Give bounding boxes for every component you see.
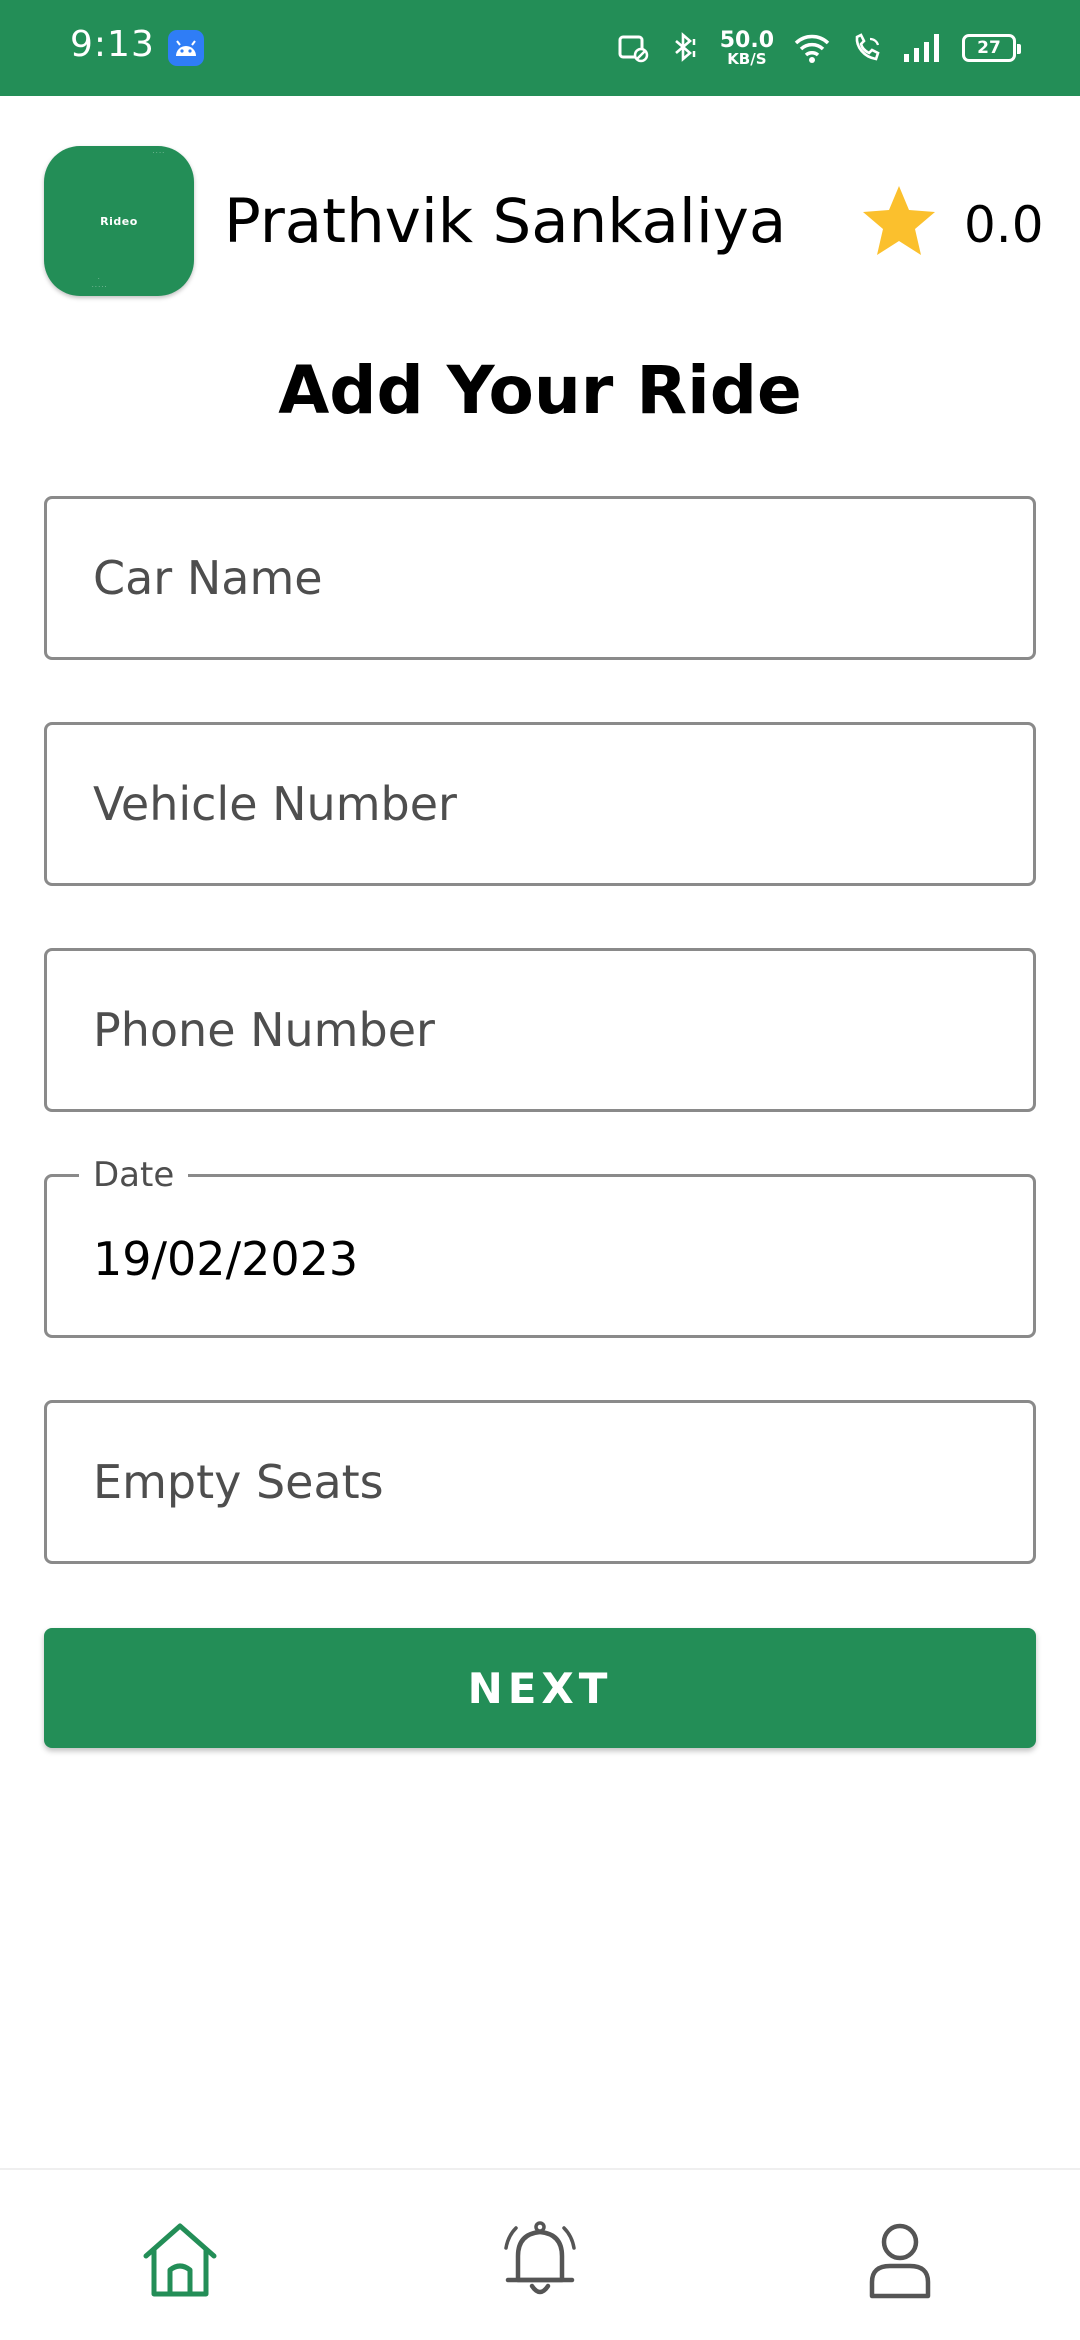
network-speed: 50.0 KB/S bbox=[719, 27, 774, 68]
user-name: Prathvik Sankaliya bbox=[224, 186, 787, 257]
user-icon[interactable] bbox=[858, 2218, 942, 2302]
phone-number-field[interactable] bbox=[44, 948, 1036, 1112]
vehicle-number-input[interactable] bbox=[93, 725, 993, 883]
home-icon[interactable] bbox=[138, 2218, 222, 2302]
star-icon bbox=[863, 186, 935, 255]
status-icons: 50.0 KB/S 27 bbox=[616, 22, 1021, 74]
app-logo-text: Rideo bbox=[100, 214, 138, 228]
status-bar: 9:13 50.0 KB/S 27 bbox=[0, 0, 1080, 96]
phone-number-input[interactable] bbox=[93, 951, 993, 1109]
add-ride-screen: 9:13 50.0 KB/S 27 · · · · Rideo · · · · … bbox=[0, 0, 1080, 2340]
wifi-icon bbox=[792, 31, 832, 65]
next-button[interactable]: NEXT bbox=[44, 1628, 1036, 1748]
car-name-field[interactable] bbox=[44, 496, 1036, 660]
rating-value: 0.0 bbox=[964, 196, 1044, 254]
date-field-label: Date bbox=[79, 1155, 189, 1195]
date-field[interactable]: Date bbox=[44, 1155, 1036, 1338]
network-speed-value: 50.0 bbox=[719, 27, 774, 53]
status-time: 9:13 bbox=[70, 24, 155, 65]
page-title: Add Your Ride bbox=[278, 352, 802, 429]
wifi-call-icon bbox=[850, 31, 884, 65]
bluetooth-icon bbox=[668, 31, 702, 65]
date-input[interactable] bbox=[93, 1219, 993, 1299]
signal-icon bbox=[902, 32, 944, 64]
empty-seats-field[interactable] bbox=[44, 1400, 1036, 1564]
battery-icon: 27 bbox=[962, 34, 1021, 62]
car-name-input[interactable] bbox=[93, 499, 993, 657]
bell-icon[interactable] bbox=[498, 2218, 582, 2302]
network-speed-unit: KB/S bbox=[727, 49, 767, 68]
app-logo: · · · · Rideo · · · · · · bbox=[44, 146, 194, 296]
nfc-off-icon bbox=[616, 31, 650, 65]
android-notification-icon bbox=[168, 30, 204, 66]
vehicle-number-field[interactable] bbox=[44, 722, 1036, 886]
empty-seats-input[interactable] bbox=[93, 1403, 993, 1561]
bottom-navigation bbox=[0, 2168, 1080, 2340]
